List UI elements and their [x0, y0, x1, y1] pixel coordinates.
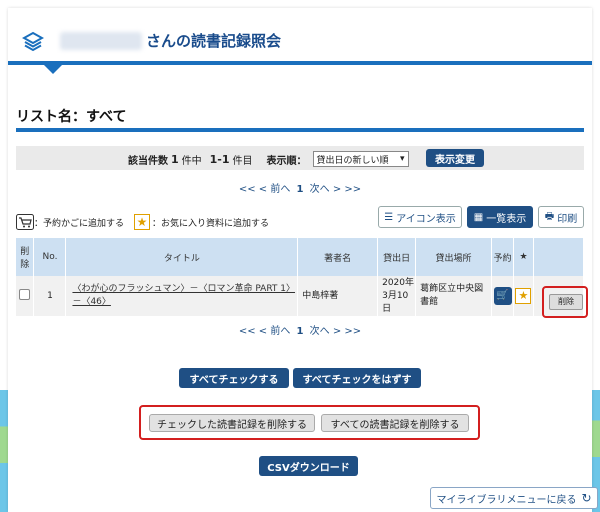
pager-last[interactable]: >>	[344, 184, 361, 195]
pager-first-bottom[interactable]: <<	[239, 326, 256, 337]
header-reserve: 予約	[491, 238, 514, 276]
sort-label: 表示順：	[266, 155, 307, 167]
row-checkbox[interactable]	[19, 289, 31, 300]
pager-current: 1	[296, 184, 304, 195]
uncheck-all-button[interactable]: すべてチェックをはずす	[293, 368, 421, 388]
layers-icon	[22, 31, 44, 52]
sort-value: 貸出日の新しい順	[316, 155, 389, 166]
count-unit-mid: 件中	[181, 155, 202, 167]
list-name: リスト名：すべて	[16, 109, 127, 125]
check-all-button[interactable]: すべてチェックする	[179, 368, 289, 388]
row-no: 1	[33, 276, 67, 316]
row-author: 中島梓著	[297, 276, 379, 316]
printer-icon: 🖶	[544, 210, 555, 222]
add-to-cart-icon[interactable]: 🛒	[493, 287, 512, 305]
list-view-label: 一覧表示	[486, 213, 527, 225]
back-to-menu-button[interactable]: マイライブラリメニューに戻る ↻	[430, 487, 598, 509]
delete-buttons-highlight-frame: チェックした読書記録を削除する すべての読書記録を削除する	[139, 405, 480, 440]
list-view-button[interactable]: ▦ 一覧表示	[467, 206, 533, 228]
count-unit: 件目	[232, 155, 253, 167]
count-total: 1	[171, 152, 179, 166]
page-header: さんの読書記録照会	[8, 8, 592, 74]
row-place: 葛飾区立中央図書館	[415, 276, 493, 316]
change-display-button[interactable]: 表示変更	[426, 149, 484, 167]
pager-bottom: << < 前へ 1 次へ > >>	[8, 322, 592, 337]
legend-star-text: ：お気に入り資料に追加する	[152, 218, 270, 229]
pager-next-bottom[interactable]: 次へ >	[310, 326, 342, 337]
print-label: 印刷	[557, 213, 578, 225]
cart-icon	[16, 214, 34, 230]
row-title-link[interactable]: 〈わが心のフラッシュマン〉－〈ロマン革命 PART 1〉－〈46〉	[65, 276, 299, 316]
icon-view-button[interactable]: ☰ アイコン表示	[378, 206, 462, 228]
legend-cart-text: ：予約かごに追加する	[34, 218, 125, 229]
print-button[interactable]: 🖶 印刷	[538, 206, 584, 228]
delete-all-button[interactable]: すべての読書記録を削除する	[321, 414, 469, 432]
pager-top: << < 前へ 1 次へ > >>	[8, 180, 592, 195]
header-no: No.	[33, 238, 67, 276]
header-title: タイトル	[65, 238, 299, 276]
header-date: 貸出日	[377, 238, 417, 276]
delete-checked-button[interactable]: チェックした読書記録を削除する	[149, 414, 315, 432]
pager-last-bottom[interactable]: >>	[344, 326, 361, 337]
table-row: 1 〈わが心のフラッシュマン〉－〈ロマン革命 PART 1〉－〈46〉 中島梓著…	[16, 276, 585, 316]
page-title: さんの読書記録照会	[146, 32, 282, 50]
reading-record-table: 削除 No. タイトル 著者名 貸出日 貸出場所 予約 ★ 1 〈わが心のフラッ…	[16, 238, 585, 316]
pager-first[interactable]: <<	[239, 184, 256, 195]
header-delete: 削除	[16, 238, 35, 276]
header-author: 著者名	[297, 238, 379, 276]
pager-current-bottom: 1	[296, 326, 304, 337]
table-header-row: 削除 No. タイトル 著者名 貸出日 貸出場所 予約 ★	[16, 238, 585, 276]
header-favorite: ★	[513, 238, 534, 276]
dropdown-arrow-icon: ▾	[400, 154, 405, 164]
pager-prev[interactable]: < 前へ	[259, 184, 291, 195]
result-info-bar: 該当件数 1 件中 1-1 件目 表示順： 貸出日の新しい順 ▾ 表示変更	[16, 146, 584, 170]
list-icon: ☰	[384, 211, 394, 223]
back-label: マイライブラリメニューに戻る	[436, 494, 577, 506]
header-notch	[44, 65, 62, 74]
row-date: 2020年3月10日	[377, 276, 417, 316]
add-favorite-star-icon[interactable]: ★	[515, 288, 532, 304]
pager-prev-bottom[interactable]: < 前へ	[259, 326, 291, 337]
csv-download-button[interactable]: CSVダウンロード	[259, 456, 358, 476]
count-label: 該当件数	[128, 155, 168, 167]
user-name-redacted	[60, 32, 142, 50]
header-place: 貸出場所	[415, 238, 493, 276]
main-card: さんの読書記録照会 リスト名：すべて 該当件数 1 件中 1-1 件目 表示順：…	[8, 8, 598, 512]
count-range: 1-1	[209, 152, 230, 166]
row-delete-button[interactable]: 削除	[549, 294, 583, 310]
star-icon: ★	[134, 214, 151, 230]
grid-icon: ▦	[473, 211, 484, 223]
pager-next[interactable]: 次へ >	[310, 184, 342, 195]
icon-legend: ：予約かごに追加する ★ ：お気に入り資料に追加する	[16, 214, 269, 230]
list-divider	[16, 128, 584, 132]
header-actions	[533, 238, 585, 276]
sort-select[interactable]: 貸出日の新しい順 ▾	[312, 151, 409, 167]
return-icon: ↻	[581, 491, 592, 505]
delete-highlight-frame: 削除	[542, 286, 588, 318]
header-divider	[8, 61, 592, 65]
icon-view-label: アイコン表示	[396, 213, 456, 225]
